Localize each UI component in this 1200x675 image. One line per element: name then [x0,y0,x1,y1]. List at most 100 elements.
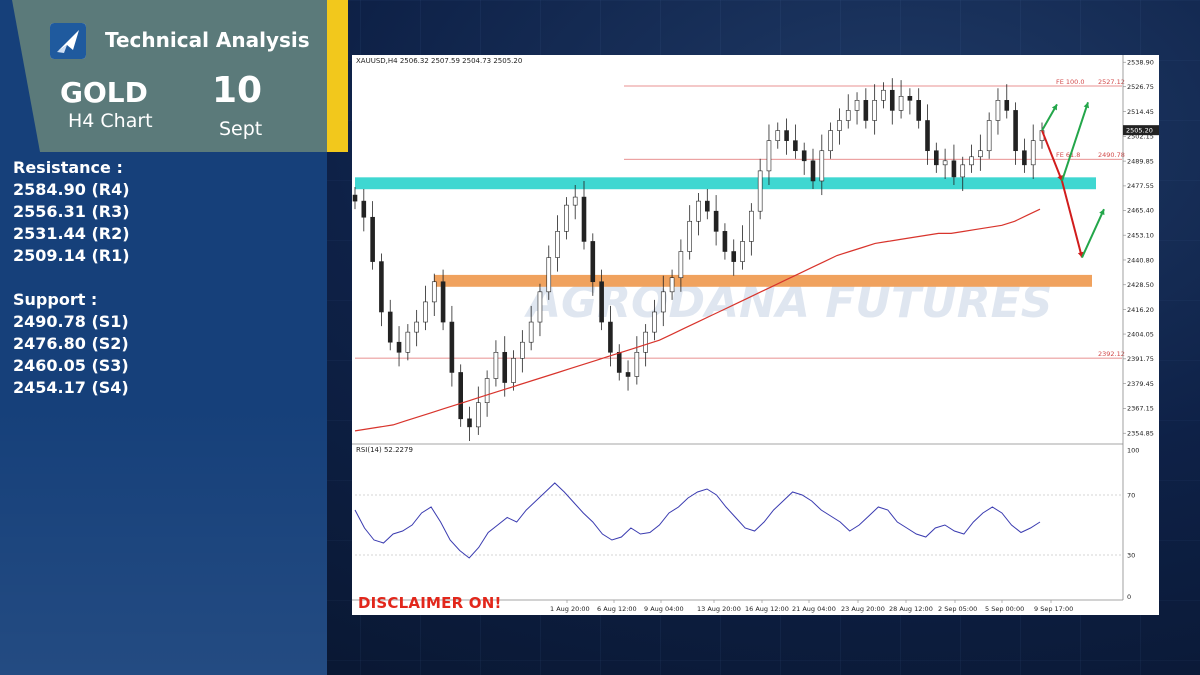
candle-body [863,100,869,121]
candle-body [484,378,490,403]
candle-body [960,164,966,178]
resistance-r1: 2509.14 (R1) [13,246,130,265]
candle-body [387,311,393,343]
candle-body [1030,140,1036,166]
candle-body [986,120,992,152]
candle-body [793,140,798,152]
candle-body [687,220,692,252]
candle-body [969,156,974,166]
x-tick-label: 5 Sep 00:00 [985,605,1024,613]
x-tick-label: 28 Aug 12:00 [889,605,933,613]
candle-body [731,251,737,262]
y-tick-label: 2453.10 [1127,231,1154,239]
last-price-label: 2505.20 [1126,127,1153,135]
candle-body [757,170,763,212]
level-value: 2490.78 [1098,151,1125,159]
x-tick-label: 9 Aug 04:00 [644,605,684,613]
candle-body [590,241,596,283]
rsi-label: RSI(14) 52.2279 [356,446,413,454]
y-tick-label: 2354.85 [1127,430,1154,438]
y-tick-label: 2489.85 [1127,157,1154,165]
x-tick-label: 23 Aug 20:00 [841,605,885,613]
y-tick-label: 2538.90 [1127,59,1154,67]
candle-body [775,130,781,141]
candle-body [599,281,604,323]
y-tick-label: 2465.40 [1127,207,1154,215]
levels-list: Resistance : 2584.90 (R4) 2556.31 (R3) 2… [13,157,130,399]
candle-body [801,150,807,162]
candle-body [405,331,411,353]
candle-body [572,196,578,206]
x-tick-label: 6 Aug 12:00 [597,605,637,613]
disclaimer: DISCLAIMER ON! [358,594,502,612]
candle-body [555,231,560,258]
candle-body [458,372,463,420]
candle-body [749,210,754,242]
candles-layer [352,78,1045,441]
candle-body [1004,100,1010,111]
candle-body [379,261,384,313]
level-value: 2392.12 [1098,350,1125,358]
candle-body [431,281,437,303]
app-logo [50,23,86,59]
candle-body [881,89,886,101]
candle-body [784,130,789,141]
candle-body [564,204,569,232]
x-tick-label: 9 Sep 17:00 [1034,605,1073,613]
y-tick-label: 2440.80 [1127,256,1154,264]
candle-body [414,321,419,333]
scenario-arrow-down [1061,180,1083,258]
rsi-tick-label: 100 [1127,446,1139,454]
scenario-arrow-up [1081,208,1105,258]
level-label: FE 100.0 [1056,78,1085,86]
support-s1: 2490.78 (S1) [13,312,129,331]
candle-body [502,351,508,383]
candle-body [766,140,772,172]
y-tick-label: 2526.75 [1127,83,1154,91]
y-tick-label: 2477.55 [1127,182,1154,190]
symbol-label: GOLD [60,76,148,109]
candle-body [608,321,613,353]
support-s4: 2454.17 (S4) [13,378,129,397]
candle-body [828,130,833,152]
rsi-tick-label: 30 [1127,551,1135,559]
logo-arrow-icon [50,23,86,59]
support-label: Support : [13,290,98,309]
y-tick-label: 2428.50 [1127,281,1154,289]
y-tick-label: 2416.20 [1127,306,1154,314]
candle-body [546,257,552,293]
candle-body [361,200,367,218]
resistance-label: Resistance : [13,158,123,177]
axes-layer: 2538.902526.752514.452502.152489.852477.… [352,55,1159,613]
resistance-r4: 2584.90 (R4) [13,180,130,199]
resistance-r3: 2556.31 (R3) [13,202,130,221]
support-s2: 2476.80 (S2) [13,334,129,353]
candle-body [1022,150,1027,166]
candle-body [713,210,719,232]
date-day: 10 [212,70,263,111]
x-tick-label: 21 Aug 04:00 [792,605,836,613]
candle-body [528,321,534,343]
candle-body [872,100,877,121]
rsi-tick-label: 0 [1127,593,1131,601]
candle-body [810,160,816,182]
candle-body [581,196,587,242]
timeframe-label: H4 Chart [68,110,153,132]
candle-body [449,321,455,373]
y-tick-label: 2514.45 [1127,108,1154,116]
candle-body [705,200,710,212]
date-month: Sept [219,118,263,140]
candle-body [819,150,825,182]
candle-body [696,200,701,222]
candle-body [942,160,948,166]
candle-body [854,100,860,111]
candle-body [934,150,939,166]
candle-body [493,351,499,379]
level-value: 2527.12 [1098,78,1125,86]
candle-body [722,231,728,252]
candle-body [660,291,666,313]
zone-orange [434,274,1092,287]
chart-header: XAUUSD,H4 2506.32 2507.59 2504.73 2505.2… [356,57,522,65]
y-tick-label: 2404.05 [1127,330,1154,338]
candle-body [889,89,895,111]
